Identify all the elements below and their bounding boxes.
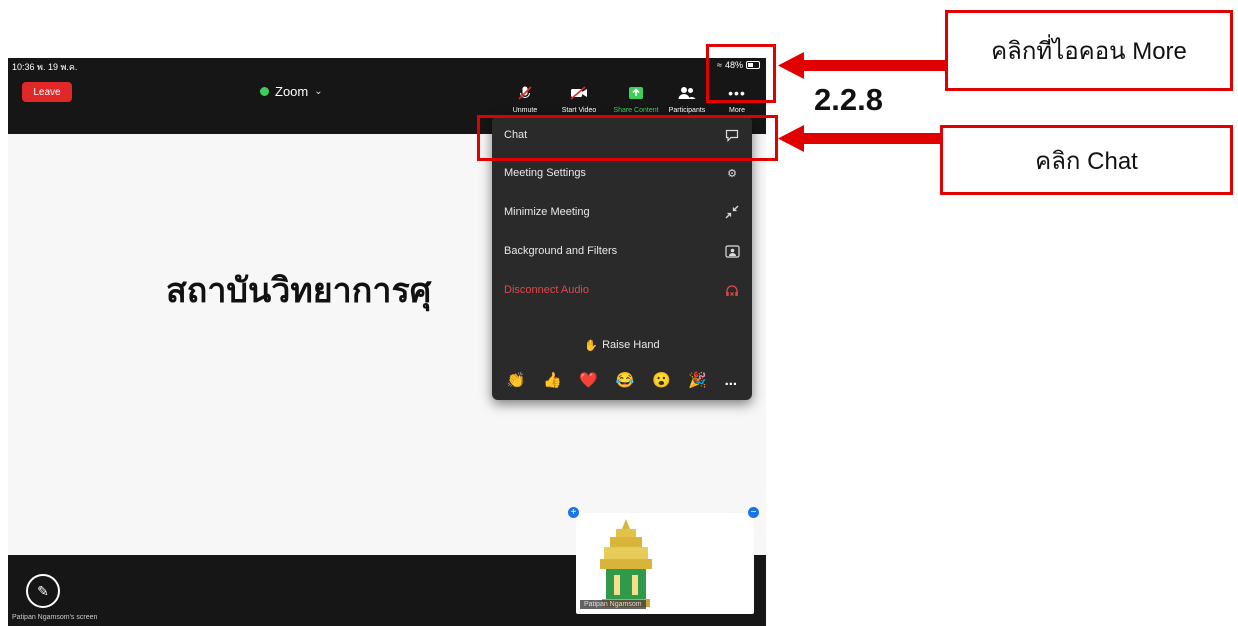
start-video-label: Start Video [561,107,597,114]
share-content-button[interactable]: Share Content [607,78,665,114]
video-off-icon [570,78,588,107]
raise-hand-button[interactable]: ✋ Raise Hand [492,330,752,360]
more-reactions-button[interactable]: ... [725,372,738,389]
unmute-button[interactable]: Unmute [496,78,554,114]
annotate-pencil-icon[interactable]: ✎ [26,574,60,608]
participants-icon [678,78,696,107]
more-highlight-box [706,44,776,103]
status-time: 10:36 พ. 19 พ.ค. [12,62,78,72]
chat-instruction: คลิก Chat [940,125,1233,195]
chevron-down-icon: ⌄ [314,85,323,97]
reaction-surprised-button[interactable]: 😮 [652,371,671,389]
more-instruction: คลิกที่ไอคอน More [945,10,1233,91]
raised-hand-icon: ✋ [584,339,599,352]
share-icon [628,78,644,107]
gear-icon: ⚙ [727,167,737,180]
minimize-arrows-icon [724,204,740,220]
meeting-title-text: Zoom [275,83,309,99]
arrow-to-chat-icon [778,125,946,152]
meeting-title[interactable]: Zoom ⌄ [260,82,323,100]
raise-hand-label: Raise Hand [602,339,660,351]
menu-item-label: Meeting Settings [504,167,586,179]
share-content-label: Share Content [613,107,659,114]
more-label: More [729,107,745,114]
menu-item-label: Disconnect Audio [504,284,589,296]
menu-item-label: Background and Filters [504,245,618,257]
step-number: 2.2.8 [814,82,883,117]
screen-owner-label: Patipan Ngamsom's screen [12,614,98,621]
reaction-party-button[interactable]: 🎉 [688,371,707,389]
arrow-to-more-icon [778,52,946,79]
leave-button[interactable]: Leave [22,82,72,102]
reactions-row: 👏 👍 ❤️ 😂 😮 🎉 ... [498,368,746,392]
muted-mic-icon [517,78,533,107]
menu-item-minimize-meeting[interactable]: Minimize Meeting [492,193,752,231]
headphones-off-icon [724,282,740,298]
participants-label: Participants [668,107,706,114]
chat-highlight-box [477,115,778,161]
expand-thumbnail-icon[interactable]: + [568,507,579,518]
reaction-clap-button[interactable]: 👏 [507,371,526,389]
menu-item-disconnect-audio[interactable]: Disconnect Audio [492,271,752,309]
start-video-button[interactable]: Start Video [550,78,608,114]
institute-logo [600,519,652,607]
collapse-thumbnail-icon[interactable]: − [748,507,759,518]
menu-item-background-filters[interactable]: Background and Filters [492,232,752,270]
unmute-label: Unmute [512,107,538,114]
reaction-thumbs-up-button[interactable]: 👍 [543,371,562,389]
menu-item-label: Minimize Meeting [504,206,590,218]
background-portrait-icon [724,243,740,259]
slide-text: สถาบันวิทยาการศุ [166,272,432,310]
participant-name: Patipan Ngamsom [580,600,646,609]
video-thumbnail[interactable] [576,513,754,614]
status-bar: 10:36 พ. 19 พ.ค. ≈ 48% [8,58,766,72]
shield-icon [260,86,269,96]
reaction-laugh-button[interactable]: 😂 [616,371,635,389]
reaction-heart-button[interactable]: ❤️ [579,371,598,389]
